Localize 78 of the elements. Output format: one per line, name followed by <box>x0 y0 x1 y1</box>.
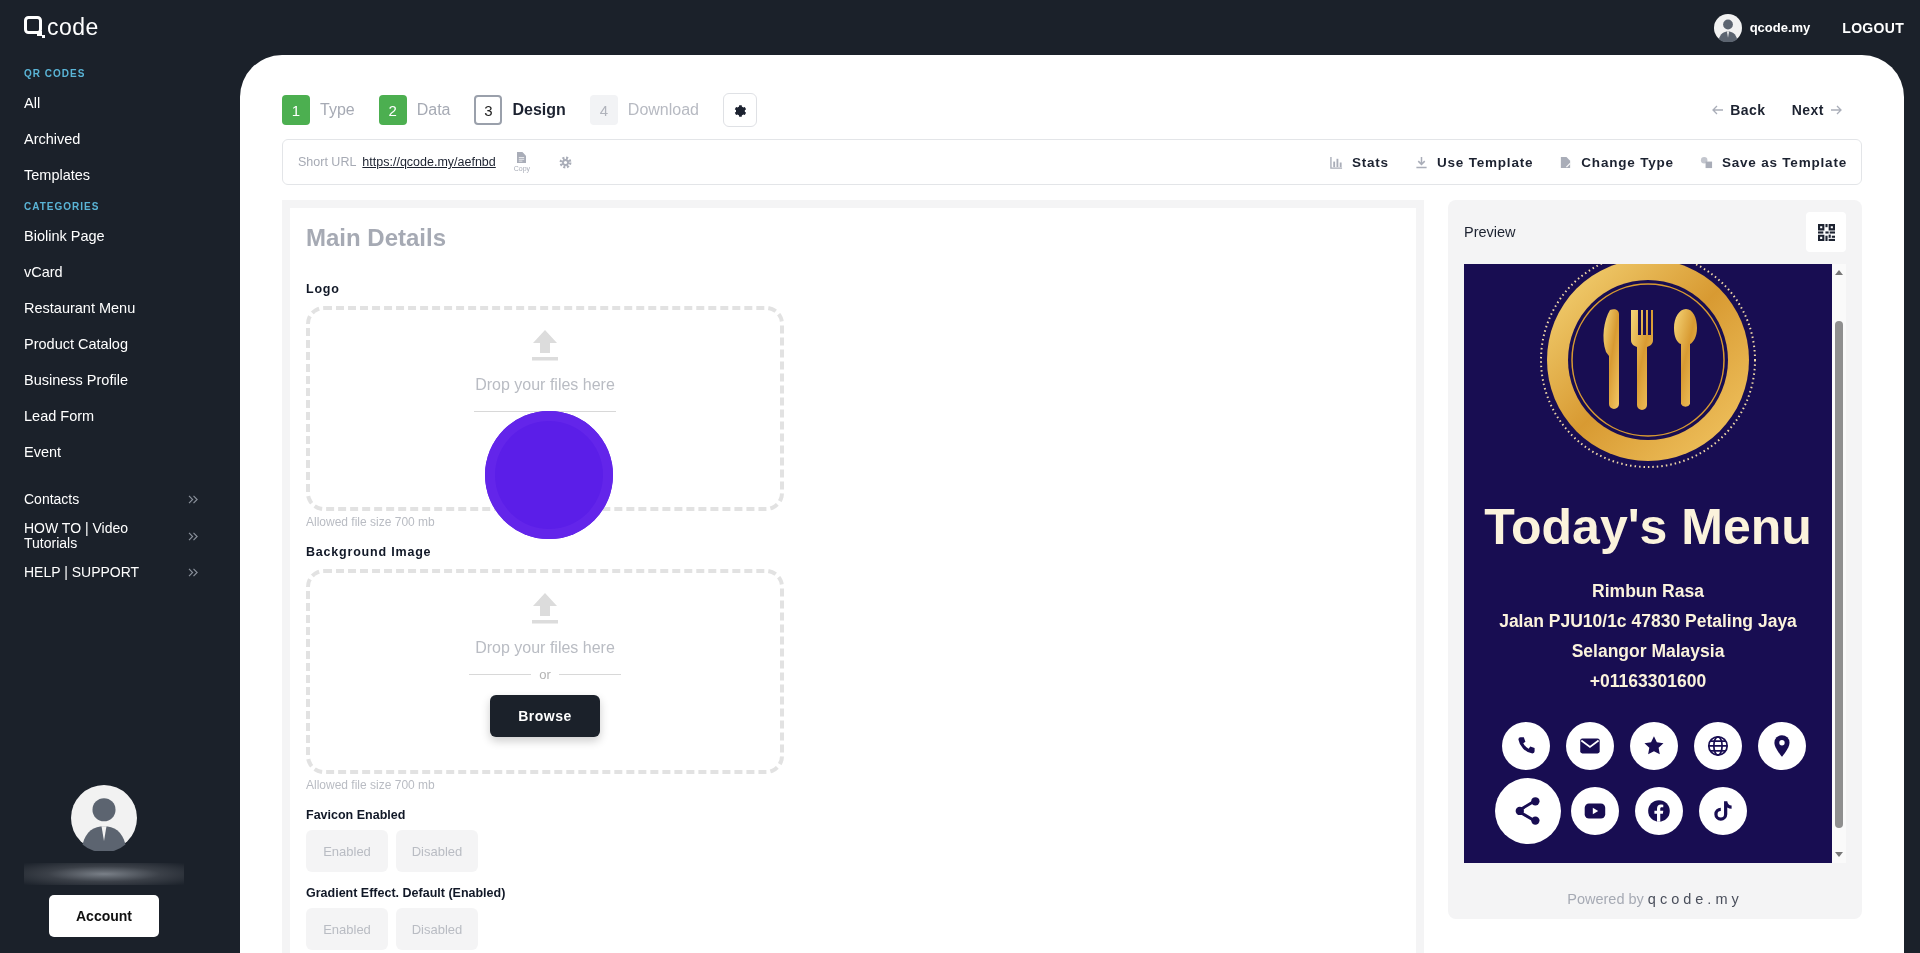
next-button[interactable]: Next <box>1791 102 1842 118</box>
toolbar-button[interactable]: Save as Template <box>1699 154 1847 170</box>
step-number[interactable]: 3 <box>474 95 503 125</box>
pin-icon[interactable] <box>1758 722 1806 770</box>
sidebar-link[interactable]: HELP | SUPPORT <box>24 565 199 580</box>
avatar <box>71 785 137 851</box>
qr-code-button[interactable] <box>1806 212 1846 252</box>
drop-zone[interactable]: Drop your files here or Browse <box>306 569 784 774</box>
drop-text: Drop your files here <box>475 376 615 394</box>
toolbar-button[interactable]: Stats <box>1329 154 1389 170</box>
info-line: +01163301600 <box>1589 670 1707 693</box>
info-line: Jalan PJU10/1c 47830 Petaling Jaya <box>1499 610 1797 633</box>
settings-button[interactable] <box>723 93 757 127</box>
chevron-icon <box>188 495 199 504</box>
sidebar-item[interactable]: Event <box>24 442 240 478</box>
sidebar-item[interactable]: Business Profile <box>24 370 240 406</box>
shapes-icon <box>1699 155 1713 169</box>
step-label[interactable]: Design <box>512 101 566 119</box>
sidebar-item[interactable]: Restaurant Menu <box>24 298 240 334</box>
chevron-icon <box>188 531 199 541</box>
download-icon <box>1414 155 1428 169</box>
brand-name: code <box>47 15 99 39</box>
hint-text: Allowed file size 700 mb <box>306 778 436 792</box>
preview-title: Preview <box>1464 224 1516 240</box>
globe-icon[interactable] <box>1694 722 1742 770</box>
share-icon[interactable] <box>1495 778 1561 844</box>
scrollbar[interactable] <box>1832 264 1846 863</box>
sidebar-item[interactable]: Lead Form <box>24 406 240 442</box>
field-label: Gradient Effect. Default (Enabled) <box>306 886 507 900</box>
phone-icon[interactable] <box>1502 722 1550 770</box>
document-icon <box>517 152 527 163</box>
sidebar-item[interactable]: vCard <box>24 262 240 298</box>
drop-text: Drop your files here <box>475 639 615 657</box>
scroll-up-icon[interactable] <box>1835 270 1843 275</box>
user-avatar <box>1713 13 1742 42</box>
sidebar-item[interactable]: Product Catalog <box>24 334 240 370</box>
mail-icon[interactable] <box>1566 722 1614 770</box>
arrow-right-icon <box>1830 105 1842 115</box>
account-button[interactable]: Account <box>49 895 159 937</box>
short-url-link[interactable]: https://qcode.my/aefnbd <box>362 155 496 169</box>
logo-icon <box>24 16 46 38</box>
field-label: Logo <box>306 282 341 296</box>
user-name[interactable]: qcode.my <box>1749 20 1811 35</box>
qr-code-icon <box>1817 223 1835 241</box>
separator-text: or <box>539 666 551 682</box>
sidebar-item[interactable]: All <box>24 93 240 129</box>
sidebar-item[interactable]: Biolink Page <box>24 226 240 262</box>
info-line: Rimbun Rasa <box>1592 580 1704 603</box>
youtube-icon[interactable] <box>1571 787 1619 835</box>
field-label: Background Image <box>306 545 433 559</box>
back-button[interactable]: Back <box>1712 102 1766 118</box>
scroll-down-icon[interactable] <box>1835 852 1843 857</box>
arrow-left-icon <box>1712 105 1725 115</box>
chevron-icon <box>188 568 199 577</box>
logout-button[interactable]: LOGOUT <box>1842 19 1904 36</box>
section-title: Main Details <box>306 224 448 252</box>
sidebar-heading: QR CODES <box>24 68 87 79</box>
facebook-icon[interactable] <box>1635 787 1683 835</box>
upload-icon <box>531 328 559 362</box>
browse-button[interactable]: Browse <box>490 695 600 737</box>
info-line: Selangor Malaysia <box>1571 640 1725 663</box>
powered-by-text: Powered by qcode.my <box>1566 891 1744 907</box>
sidebar-item[interactable]: Templates <box>24 165 240 201</box>
menu-heading: Today's Menu <box>1484 502 1812 552</box>
toolbar-button[interactable]: Use Template <box>1414 154 1534 170</box>
short-url-label: Short URL <box>298 155 357 169</box>
tag-icon <box>1559 155 1573 169</box>
field-label: Favicon Enabled <box>306 808 407 822</box>
sidebar-heading: CATEGORIES <box>24 201 101 212</box>
bar-chart-icon <box>1329 155 1343 169</box>
upload-icon <box>531 591 559 625</box>
sidebar-link[interactable]: Contacts <box>24 492 199 507</box>
tiktok-icon[interactable] <box>1699 787 1747 835</box>
toolbar-button[interactable]: Change Type <box>1559 154 1674 170</box>
hint-text: Allowed file size 700 mb <box>306 515 436 529</box>
sidebar-link[interactable]: HOW TO | Video Tutorials <box>24 521 199 551</box>
sidebar-item[interactable]: Archived <box>24 129 240 165</box>
gear-icon <box>732 102 748 118</box>
